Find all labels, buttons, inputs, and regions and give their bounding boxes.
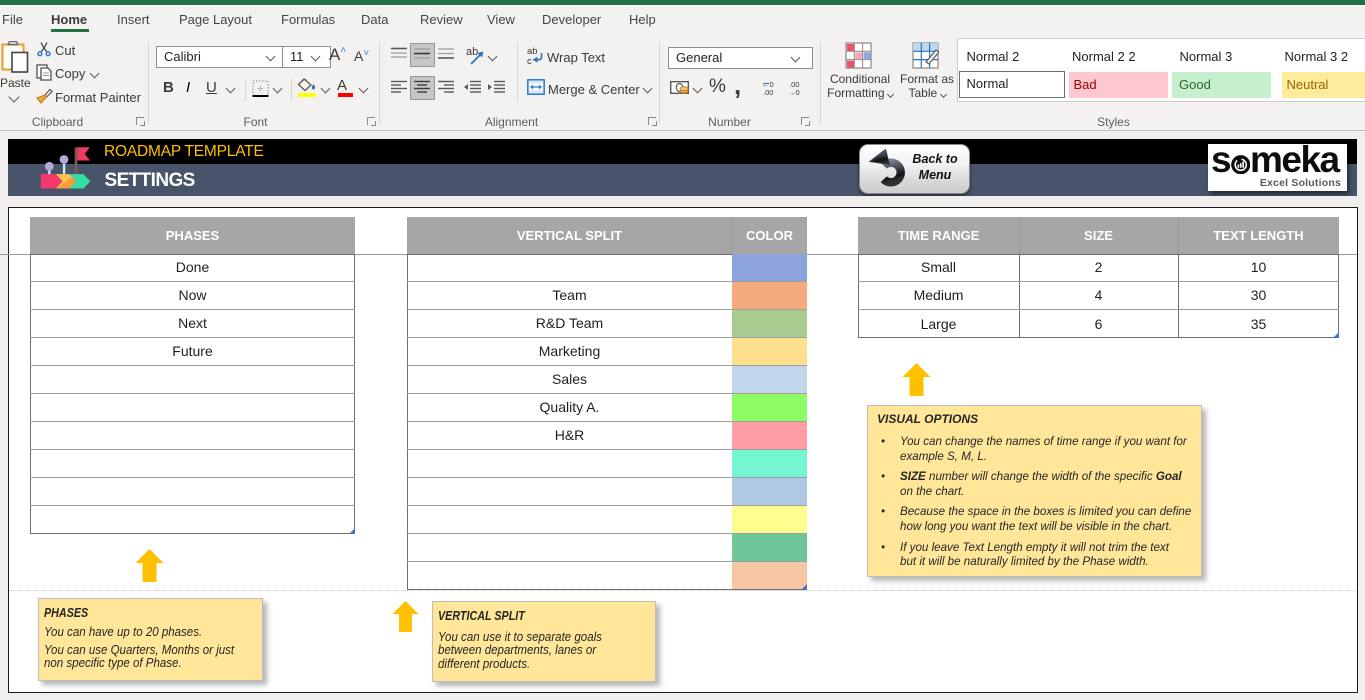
svg-text:ab: ab <box>466 46 478 58</box>
svg-text:→0: →0 <box>788 88 800 96</box>
svg-text:.00: .00 <box>763 88 773 96</box>
svg-text:c: c <box>527 56 532 65</box>
